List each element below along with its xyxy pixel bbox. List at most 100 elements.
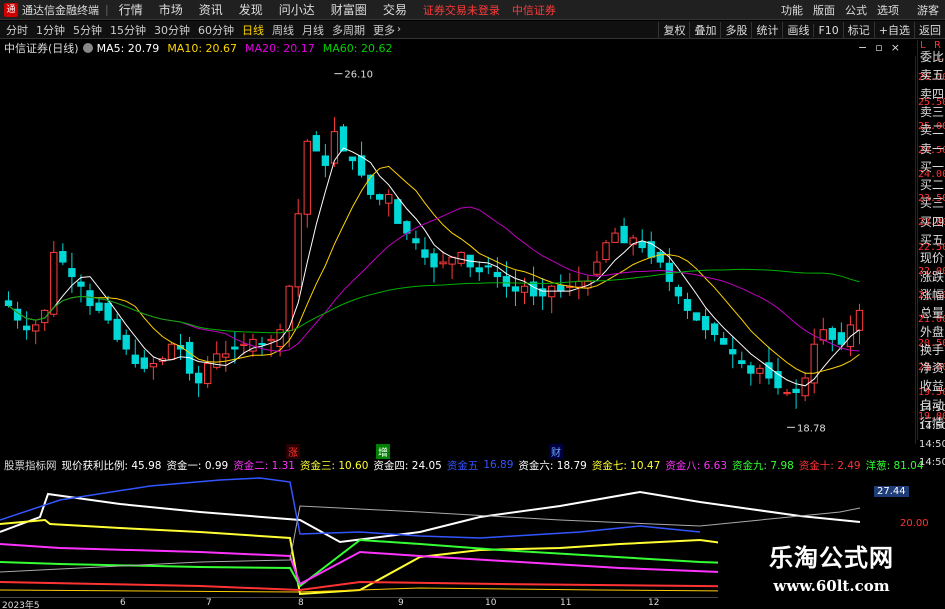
- quote-label: 卖二: [920, 123, 945, 138]
- close-icon[interactable]: ×: [891, 41, 900, 54]
- period-tab-monthly[interactable]: 月线: [302, 22, 324, 38]
- indicator-line-magenta: [0, 543, 721, 586]
- menu-item-wenxiaoda[interactable]: 问小达: [279, 1, 315, 18]
- tool-mark[interactable]: 标记: [842, 22, 874, 38]
- quote-label: 卖一: [920, 141, 945, 156]
- settings-dot-icon[interactable]: [82, 43, 93, 53]
- candle: [303, 139, 311, 228]
- period-tab-60min[interactable]: 60分钟: [198, 22, 234, 38]
- candle: [366, 174, 375, 200]
- quote-label: 买三: [920, 196, 945, 211]
- broker-name[interactable]: 中信证券: [512, 2, 556, 18]
- indicator-item: 资金三: 10.60: [299, 459, 369, 472]
- minus-icon[interactable]: −: [858, 41, 867, 54]
- candle: [59, 243, 67, 266]
- indicator-item: 资金二: 1.31: [233, 459, 295, 472]
- quote-panel: L R L 委比 卖五 卖四 卖三 卖二 卖一 买一 买二 买三 买四 买五 现价 涨跌 涨幅 总量 外盘 换手 净资收…: [917, 40, 945, 440]
- tool-restore-rights[interactable]: 复权: [658, 22, 689, 38]
- watermark: 乐淘公式网 www.60lt.com: [718, 530, 945, 609]
- quote-label: 收益: [920, 379, 945, 394]
- watermark-url: www.60lt.com: [773, 577, 890, 595]
- indicator-item: 资金六: 18.79: [518, 459, 587, 472]
- candle: [385, 189, 393, 217]
- menu-layout[interactable]: 版面: [813, 2, 835, 18]
- menu-separator: |: [105, 3, 109, 16]
- indicator-legend: 股票指标网 现价获利比例: 45.98 资金一: 0.99 资金二: 1.31 资金三…: [0, 458, 924, 473]
- tool-add-watchlist[interactable]: +自选: [873, 22, 914, 38]
- chevron-right-icon[interactable]: ›: [397, 24, 401, 35]
- quote-label: 卖五: [920, 68, 945, 83]
- indicator-item: 资金七: 10.47: [591, 459, 661, 472]
- menu-item-caifuquan[interactable]: 财富圈: [331, 1, 367, 18]
- period-tab-multi[interactable]: 多周期: [332, 22, 365, 38]
- date-label: 7: [206, 598, 212, 608]
- quote-label: 卖三: [920, 104, 945, 119]
- candle: [629, 234, 637, 256]
- candle: [312, 131, 320, 152]
- menu-function[interactable]: 功能: [781, 2, 803, 18]
- candle: [149, 356, 158, 380]
- period-tab-daily[interactable]: 日线: [242, 22, 264, 38]
- trade-login-status[interactable]: 证券交易未登录: [423, 2, 500, 18]
- tool-overlay[interactable]: 叠加: [689, 22, 720, 38]
- candle: [222, 340, 230, 372]
- ma10-label: MA10: 20.67: [167, 41, 238, 55]
- period-tab-15min[interactable]: 15分钟: [110, 22, 146, 38]
- maximize-icon[interactable]: ▫: [875, 41, 882, 54]
- date-label: 10: [485, 598, 497, 608]
- quote-time: 14:50: [919, 421, 945, 432]
- date-label: 11: [560, 598, 572, 608]
- tool-statistics[interactable]: 统计: [751, 22, 782, 38]
- candle: [710, 322, 719, 342]
- indicator-item: 现价获利比例: 45.98: [61, 459, 162, 472]
- candle: [557, 274, 565, 298]
- candlestick-chart[interactable]: 26.10 18.78: [0, 56, 915, 444]
- candle: [22, 311, 31, 340]
- menu-item-jiaoyi[interactable]: 交易: [383, 1, 407, 18]
- period-tab-more[interactable]: 更多: [373, 22, 395, 38]
- indicator-item: 洋葱: 81.04: [865, 459, 924, 472]
- candle: [466, 254, 474, 278]
- candle: [756, 364, 764, 384]
- candle: [86, 283, 94, 315]
- period-tab-fenshi[interactable]: 分时: [6, 22, 28, 38]
- period-tab-weekly[interactable]: 周线: [272, 22, 294, 38]
- indicator-axis-value: 27.44: [874, 486, 909, 497]
- quote-label: 卖四: [920, 86, 945, 101]
- menu-item-zixun[interactable]: 资讯: [199, 1, 223, 18]
- candle: [801, 372, 809, 402]
- menu-item-hangqing[interactable]: 行情: [119, 1, 143, 18]
- period-tab-1min[interactable]: 1分钟: [36, 22, 65, 38]
- candle: [194, 365, 203, 398]
- candle: [783, 388, 791, 396]
- quote-label: 现价: [920, 251, 945, 266]
- tool-multi-stock[interactable]: 多股: [720, 22, 751, 38]
- candle: [602, 239, 610, 263]
- menu-item-faxian[interactable]: 发现: [239, 1, 263, 18]
- menu-right-group: 功能 版面 公式 选项 游客: [771, 0, 945, 20]
- candle: [95, 298, 103, 314]
- candle: [412, 230, 420, 250]
- candle: [620, 217, 628, 244]
- date-label: 2023年5: [2, 601, 40, 609]
- date-label: 6: [120, 598, 126, 608]
- candle: [140, 350, 148, 373]
- indicator-name[interactable]: 股票指标网: [4, 458, 57, 473]
- app-title: 通达信金融终端: [22, 3, 99, 17]
- menu-item-shichang[interactable]: 市场: [159, 1, 183, 18]
- tool-back[interactable]: 返回: [914, 22, 945, 38]
- candle: [122, 329, 130, 355]
- candle: [575, 266, 583, 300]
- tool-f10[interactable]: F10: [813, 23, 842, 37]
- menu-guest[interactable]: 游客: [917, 2, 939, 18]
- menu-options[interactable]: 选项: [877, 2, 899, 18]
- candle: [692, 312, 701, 322]
- quote-time: 14:50: [919, 439, 945, 450]
- menu-formula[interactable]: 公式: [845, 2, 867, 18]
- period-tab-30min[interactable]: 30分钟: [154, 22, 190, 38]
- period-tab-5min[interactable]: 5分钟: [73, 22, 102, 38]
- quote-label: 总量: [920, 306, 945, 321]
- candle: [475, 261, 483, 281]
- candle: [131, 339, 139, 368]
- tool-draw-line[interactable]: 画线: [782, 22, 813, 38]
